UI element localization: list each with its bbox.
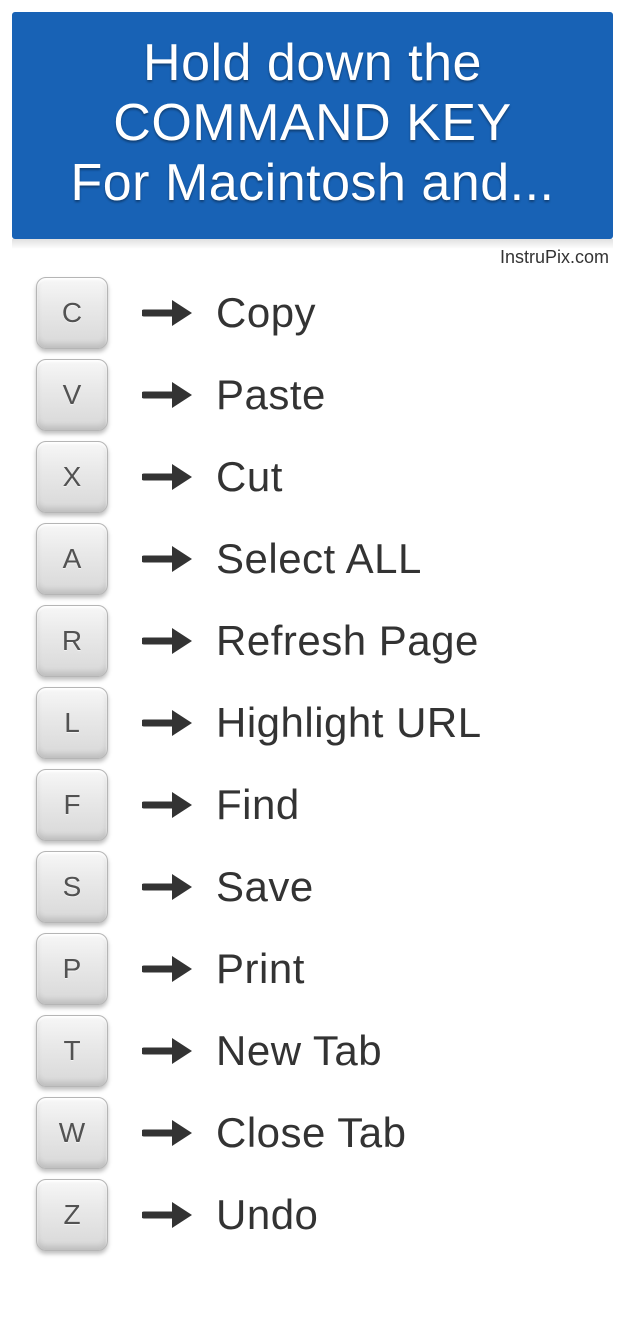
action-label: Copy (216, 289, 316, 337)
arrow-right-icon (138, 1036, 198, 1066)
arrow-right-icon (138, 1200, 198, 1230)
keyboard-key: P (36, 933, 108, 1005)
arrow-right-icon (138, 298, 198, 328)
shortcut-row: P Print (36, 933, 605, 1005)
arrow-right-icon (138, 380, 198, 410)
arrow-right-icon (138, 708, 198, 738)
shortcut-row: A Select ALL (36, 523, 605, 595)
keyboard-key: R (36, 605, 108, 677)
key-label: Z (63, 1199, 80, 1231)
key-label: P (63, 953, 82, 985)
header-line-3: For Macintosh and... (22, 154, 603, 214)
action-label: Undo (216, 1191, 318, 1239)
keyboard-key: F (36, 769, 108, 841)
key-label: F (63, 789, 80, 821)
arrow-right-icon (138, 544, 198, 574)
header-line-1: Hold down the (22, 34, 603, 94)
arrow-right-icon (138, 626, 198, 656)
action-label: Find (216, 781, 300, 829)
shortcut-row: R Refresh Page (36, 605, 605, 677)
shortcut-row: Z Undo (36, 1179, 605, 1251)
shortcut-row: C Copy (36, 277, 605, 349)
key-label: W (59, 1117, 85, 1149)
arrow-right-icon (138, 462, 198, 492)
shortcut-row: L Highlight URL (36, 687, 605, 759)
action-label: Highlight URL (216, 699, 482, 747)
keyboard-key: W (36, 1097, 108, 1169)
shortcut-row: V Paste (36, 359, 605, 431)
key-label: A (63, 543, 82, 575)
keyboard-key: A (36, 523, 108, 595)
key-label: R (62, 625, 82, 657)
shortcut-row: S Save (36, 851, 605, 923)
keyboard-key: S (36, 851, 108, 923)
action-label: Select ALL (216, 535, 422, 583)
key-label: L (64, 707, 80, 739)
keyboard-key: L (36, 687, 108, 759)
action-label: Print (216, 945, 305, 993)
key-label: S (63, 871, 82, 903)
action-label: Paste (216, 371, 326, 419)
key-label: T (63, 1035, 80, 1067)
arrow-right-icon (138, 790, 198, 820)
header-line-2: COMMAND KEY (22, 94, 603, 154)
source-credit: InstruPix.com (0, 239, 625, 273)
keyboard-key: V (36, 359, 108, 431)
action-label: Close Tab (216, 1109, 407, 1157)
key-label: C (62, 297, 82, 329)
keyboard-key: T (36, 1015, 108, 1087)
shortcut-row: X Cut (36, 441, 605, 513)
action-label: Save (216, 863, 314, 911)
arrow-right-icon (138, 1118, 198, 1148)
arrow-right-icon (138, 872, 198, 902)
shortcut-row: F Find (36, 769, 605, 841)
keyboard-key: X (36, 441, 108, 513)
shortcut-row: W Close Tab (36, 1097, 605, 1169)
header-banner: Hold down the COMMAND KEY For Macintosh … (12, 12, 613, 239)
shortcut-list: C Copy V Paste X Cut A Select ALL R Refresh … (0, 273, 625, 1251)
keyboard-key: C (36, 277, 108, 349)
action-label: Cut (216, 453, 283, 501)
shortcut-row: T New Tab (36, 1015, 605, 1087)
keyboard-key: Z (36, 1179, 108, 1251)
key-label: V (63, 379, 82, 411)
action-label: New Tab (216, 1027, 382, 1075)
action-label: Refresh Page (216, 617, 479, 665)
arrow-right-icon (138, 954, 198, 984)
key-label: X (63, 461, 82, 493)
